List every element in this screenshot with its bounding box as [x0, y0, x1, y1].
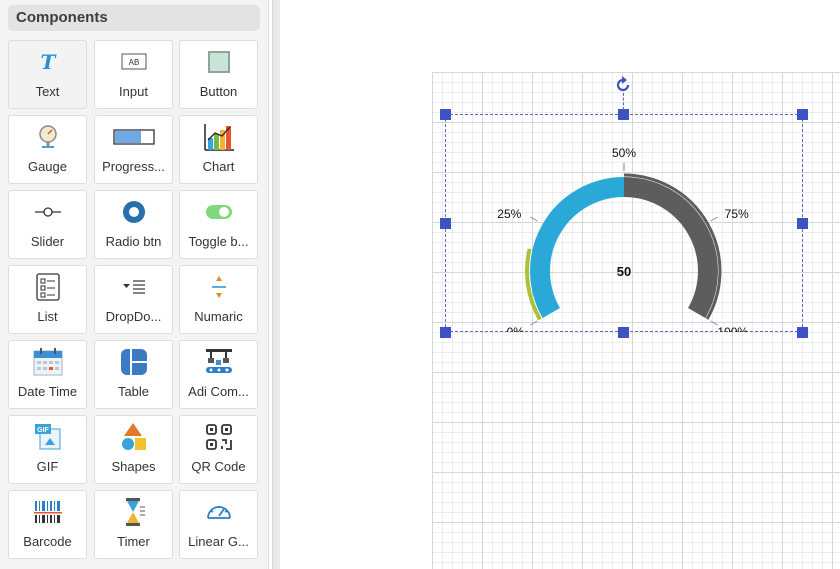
resize-handle-bottom-left[interactable] — [440, 327, 451, 338]
component-tile-radio[interactable]: Radio btn — [94, 190, 173, 259]
component-tile-chart[interactable]: Chart — [179, 115, 258, 184]
gauge-tick — [530, 320, 538, 326]
component-tile-toggle[interactable]: Toggle b... — [179, 190, 258, 259]
gauge-tick-label: 50% — [612, 146, 636, 160]
button-icon — [180, 49, 257, 75]
component-tile-datetime[interactable]: Date Time — [8, 340, 87, 409]
resize-handle-top[interactable] — [618, 109, 629, 120]
component-label: Toggle b... — [188, 234, 249, 249]
resize-handle-right[interactable] — [797, 218, 808, 229]
component-tile-slider[interactable]: Slider — [8, 190, 87, 259]
table-icon — [95, 349, 172, 375]
component-tile-text[interactable]: T Text — [8, 40, 87, 109]
shapes-icon — [95, 423, 172, 450]
component-tile-linear-gauge[interactable]: Linear G... — [179, 490, 258, 559]
resize-handle-bottom-right[interactable] — [797, 327, 808, 338]
component-label: Progress... — [102, 159, 165, 174]
component-tile-qr-code[interactable]: QR Code — [179, 415, 258, 484]
component-label: Chart — [202, 159, 235, 174]
component-label: Numaric — [194, 309, 243, 324]
input-icon: AB — [95, 49, 172, 75]
component-label: QR Code — [191, 459, 246, 474]
gauge-value: 50 — [617, 264, 631, 279]
component-tile-numeric[interactable]: Numaric — [179, 265, 258, 334]
svg-text:AB: AB — [128, 58, 139, 67]
resize-handle-left[interactable] — [440, 218, 451, 229]
component-tile-button[interactable]: Button — [179, 40, 258, 109]
rotate-icon[interactable] — [614, 76, 632, 94]
component-label: Button — [199, 84, 238, 99]
conveyor-icon — [180, 349, 257, 375]
numeric-icon — [180, 274, 257, 300]
component-label: List — [37, 309, 58, 324]
svg-text:T: T — [40, 50, 57, 74]
list-icon — [9, 273, 86, 301]
gauge-fill — [530, 177, 625, 318]
component-tile-gauge[interactable]: Gauge — [8, 115, 87, 184]
gauge-tick-label: 75% — [725, 207, 749, 221]
component-label: Barcode — [23, 534, 72, 549]
svg-text:GIF: GIF — [37, 427, 49, 434]
component-tile-shapes[interactable]: Shapes — [94, 415, 173, 484]
text-icon: T — [9, 49, 86, 75]
calendar-icon — [9, 348, 86, 376]
hourglass-icon — [95, 498, 172, 526]
component-label: Input — [119, 84, 148, 99]
component-label: Table — [117, 384, 150, 399]
radio-icon — [95, 199, 172, 225]
dropdown-icon — [95, 274, 172, 300]
component-label: Linear G... — [188, 534, 249, 549]
rotate-connector — [623, 93, 624, 110]
gauge-tick-label: 0% — [507, 325, 525, 332]
component-tile-barcode[interactable]: Barcode — [8, 490, 87, 559]
gauge-icon — [9, 124, 86, 150]
component-label: GIF — [36, 459, 59, 474]
component-tile-progress[interactable]: Progress... — [94, 115, 173, 184]
component-label: Gauge — [27, 159, 68, 174]
panel-title: Components — [8, 5, 260, 31]
component-label: Slider — [30, 234, 65, 249]
component-tile-dropdown[interactable]: DropDo... — [94, 265, 173, 334]
qr-code-icon — [180, 424, 257, 450]
component-label: Adi Com... — [188, 384, 249, 399]
component-tile-gif[interactable]: GIF GIF — [8, 415, 87, 484]
linear-gauge-icon — [180, 499, 257, 525]
barcode-icon — [9, 499, 86, 525]
gauge-tick-label: 100% — [717, 325, 748, 332]
component-label: Timer — [117, 534, 150, 549]
panel-resize-handle[interactable] — [272, 0, 280, 569]
components-panel: Components T Text AB Input Button Gauge … — [0, 0, 269, 569]
component-tile-adi-com[interactable]: Adi Com... — [179, 340, 258, 409]
gauge-tick — [710, 216, 718, 222]
gauge-tick — [530, 216, 538, 222]
resize-handle-top-right[interactable] — [797, 109, 808, 120]
component-label: Radio btn — [105, 234, 162, 249]
gauge-widget[interactable]: 0% 25% 50% 75% 100% 50 — [445, 114, 803, 332]
toggle-icon — [180, 199, 257, 225]
chart-icon — [180, 124, 257, 151]
progress-bar-icon — [95, 124, 172, 150]
component-label: Date Time — [17, 384, 78, 399]
resize-handle-bottom[interactable] — [618, 327, 629, 338]
component-label: Text — [35, 84, 60, 99]
component-tile-input[interactable]: AB Input — [94, 40, 173, 109]
component-label: DropDo... — [105, 309, 162, 324]
gif-icon: GIF — [9, 424, 86, 450]
gauge-tick-label: 25% — [497, 207, 521, 221]
component-tile-table[interactable]: Table — [94, 340, 173, 409]
component-tile-list[interactable]: List — [8, 265, 87, 334]
component-tile-timer[interactable]: Timer — [94, 490, 173, 559]
slider-icon — [9, 199, 86, 225]
component-label: Shapes — [111, 459, 156, 474]
resize-handle-top-left[interactable] — [440, 109, 451, 120]
